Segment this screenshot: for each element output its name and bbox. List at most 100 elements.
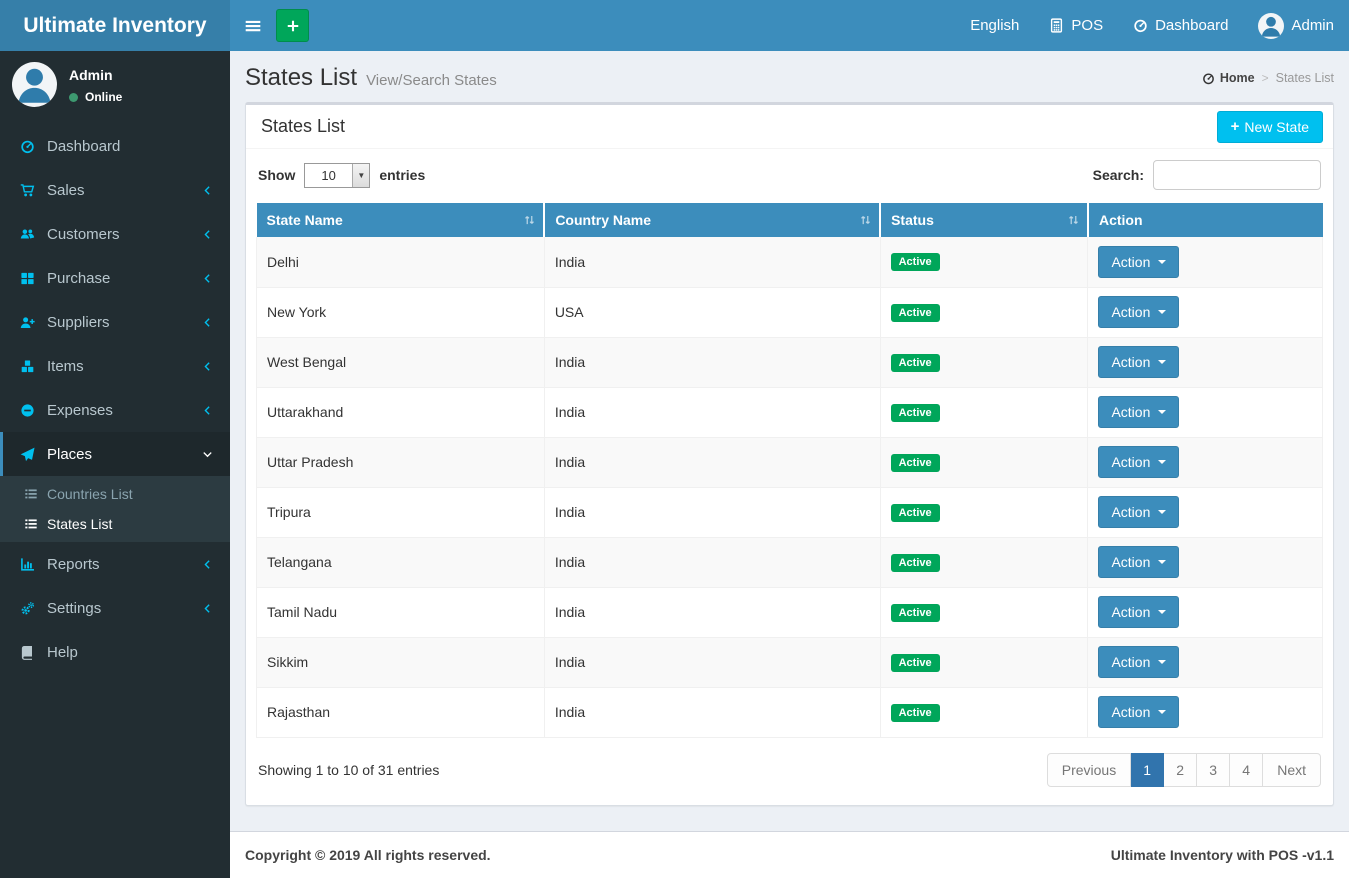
nav-language-label: English: [970, 17, 1020, 34]
pagination-page-2[interactable]: 2: [1164, 752, 1198, 787]
sort-icon: [523, 214, 536, 227]
sidebar-item-settings[interactable]: Settings: [0, 586, 230, 630]
nav-pos-label: POS: [1071, 17, 1104, 34]
action-cell: Action: [1087, 387, 1323, 438]
row-action-button[interactable]: Action: [1098, 346, 1180, 378]
caret-down-icon: [1158, 510, 1167, 514]
action-cell: Action: [1087, 587, 1323, 638]
cart-icon: [18, 183, 36, 198]
nav-pos[interactable]: POS: [1034, 0, 1118, 51]
nav-language[interactable]: English: [955, 0, 1034, 51]
book-icon: [18, 645, 36, 660]
row-action-button[interactable]: Action: [1098, 446, 1180, 478]
pagination-next[interactable]: Next: [1263, 752, 1321, 787]
sidebar-item-items[interactable]: Items: [0, 344, 230, 388]
caret-down-icon: [1158, 610, 1167, 614]
sidebar-item-expenses[interactable]: Expenses: [0, 388, 230, 432]
status-cell: Active: [879, 487, 1089, 538]
state-name-cell: Tamil Nadu: [256, 587, 545, 638]
column-header-state-name[interactable]: State Name: [256, 203, 546, 237]
calculator-icon: [1049, 18, 1064, 33]
sidebar: Admin Online Dashboard Sales Customers Purc…: [0, 51, 230, 878]
state-name-cell: Sikkim: [256, 637, 545, 688]
country-name-cell: India: [543, 487, 881, 538]
row-action-button[interactable]: Action: [1098, 546, 1180, 578]
sidebar-item-dashboard[interactable]: Dashboard: [0, 124, 230, 168]
new-state-button[interactable]: + New State: [1216, 110, 1323, 143]
pagination-page-3[interactable]: 3: [1197, 752, 1231, 787]
search-input[interactable]: [1153, 160, 1321, 190]
row-action-button[interactable]: Action: [1098, 646, 1180, 678]
sidebar-subitem-label: States List: [47, 516, 113, 532]
grid-icon: [18, 271, 36, 286]
sidebar-subitem-countries-list[interactable]: Countries List: [0, 479, 230, 509]
column-header-country-name[interactable]: Country Name: [544, 203, 882, 237]
action-cell: Action: [1087, 337, 1323, 388]
nav-user-menu[interactable]: Admin: [1243, 0, 1349, 51]
sidebar-item-sales[interactable]: Sales: [0, 168, 230, 212]
brand-title: Ultimate Inventory: [23, 13, 207, 37]
status-cell: Active: [879, 537, 1089, 588]
pagination-page-1[interactable]: 1: [1131, 752, 1165, 787]
breadcrumb-home[interactable]: Home: [1202, 71, 1255, 85]
sidebar-item-places[interactable]: Places: [0, 432, 230, 476]
state-name-cell: Tripura: [256, 487, 545, 538]
row-action-button[interactable]: Action: [1098, 296, 1180, 328]
nav-dashboard[interactable]: Dashboard: [1118, 0, 1243, 51]
sidebar-item-reports[interactable]: Reports: [0, 542, 230, 586]
status-cell: Active: [879, 587, 1089, 638]
panel-title: States List: [261, 116, 346, 136]
sidebar-item-purchase[interactable]: Purchase: [0, 256, 230, 300]
country-name-cell: India: [543, 587, 881, 638]
row-action-button[interactable]: Action: [1098, 496, 1180, 528]
quick-add-button[interactable]: [276, 9, 309, 42]
minus-circle-icon: [18, 403, 36, 418]
action-cell: Action: [1087, 637, 1323, 688]
sidebar-item-suppliers[interactable]: Suppliers: [0, 300, 230, 344]
chevron-left-icon: [198, 185, 216, 196]
pagination-page-4[interactable]: 4: [1230, 752, 1264, 787]
status-cell: Active: [879, 337, 1089, 388]
content-header: States List View/Search States Home > Sta…: [230, 51, 1349, 102]
row-action-button[interactable]: Action: [1098, 596, 1180, 628]
entries-label: entries: [379, 167, 426, 183]
pagination-previous[interactable]: Previous: [1046, 752, 1132, 787]
sidebar-item-label: Customers: [47, 225, 120, 243]
gears-icon: [18, 601, 36, 616]
breadcrumb-separator: >: [1261, 71, 1269, 85]
sidebar-item-label: Settings: [47, 599, 102, 617]
user-plus-icon: [18, 315, 36, 330]
status-cell: Active: [879, 637, 1089, 688]
sidebar-item-label: Dashboard: [47, 137, 121, 155]
status-badge: Active: [890, 703, 940, 722]
states-table: State Name Country Name Status Action Delhi…: [256, 203, 1323, 738]
row-action-button-label: Action: [1111, 304, 1151, 320]
sidebar-subitem-states-list[interactable]: States List: [0, 509, 230, 539]
sort-icon: [859, 214, 872, 227]
sidebar-item-customers[interactable]: Customers: [0, 212, 230, 256]
nav-user-label: Admin: [1291, 17, 1334, 34]
table-row: Delhi India Active Action: [256, 237, 1323, 288]
brand-logo[interactable]: Ultimate Inventory: [0, 0, 230, 51]
paper-plane-icon: [18, 447, 36, 462]
action-cell: Action: [1087, 487, 1323, 538]
row-action-button[interactable]: Action: [1098, 245, 1180, 278]
column-header-label: Action: [1098, 212, 1143, 228]
hamburger-icon: [244, 17, 262, 35]
state-name-cell: West Bengal: [256, 337, 545, 388]
table-row: Uttar Pradesh India Active Action: [256, 437, 1323, 488]
sidebar-toggle-button[interactable]: [230, 0, 276, 51]
panel-body: Show 10 ▼ entries Search: State Name Cou…: [246, 149, 1333, 805]
sidebar-item-label: Suppliers: [47, 313, 110, 331]
status-badge: Active: [890, 553, 940, 572]
row-action-button[interactable]: Action: [1098, 396, 1180, 428]
plus-icon: +: [1230, 118, 1240, 135]
sidebar-item-help[interactable]: Help: [0, 630, 230, 674]
row-action-button[interactable]: Action: [1098, 696, 1180, 728]
caret-down-icon: [1158, 360, 1167, 364]
chevron-left-icon: [198, 559, 216, 570]
column-header-status[interactable]: Status: [880, 203, 1089, 237]
table-row: New York USA Active Action: [256, 287, 1323, 338]
page-length-select[interactable]: 10 ▼: [304, 162, 371, 188]
sidebar-user-status[interactable]: Online: [69, 90, 122, 104]
